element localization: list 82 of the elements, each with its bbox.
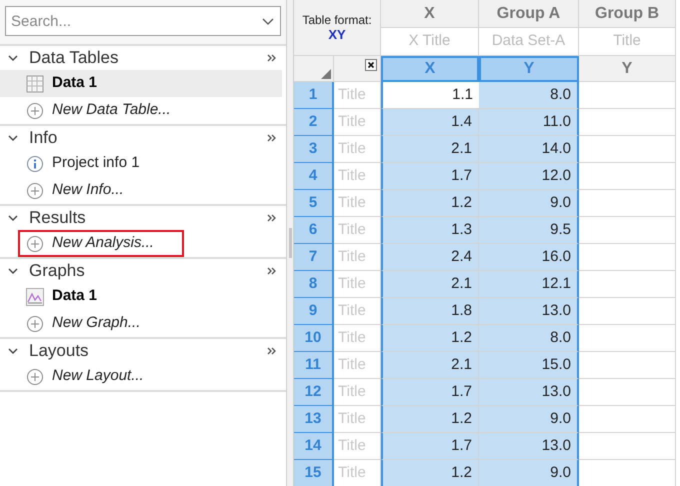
data-cell[interactable]: 15.0 — [479, 352, 579, 379]
section-title[interactable]: Info — [29, 125, 266, 151]
data-cell[interactable] — [579, 271, 676, 298]
data-cell[interactable] — [579, 82, 676, 109]
add-icon — [26, 102, 44, 120]
data-cell[interactable] — [579, 217, 676, 244]
sidebar-item[interactable]: Project info 1 — [26, 150, 146, 177]
data-cell[interactable] — [579, 352, 676, 379]
data-cell[interactable] — [579, 136, 676, 163]
data-cell[interactable]: 1.3 — [381, 217, 479, 244]
data-cell[interactable]: 1.2 — [381, 406, 479, 433]
double-chevron-icon[interactable] — [266, 53, 278, 63]
column-group-header[interactable]: Group A — [479, 0, 579, 28]
data-cell[interactable]: 1.2 — [381, 325, 479, 352]
data-cell[interactable] — [579, 244, 676, 271]
data-cell[interactable] — [579, 190, 676, 217]
sidebar-item[interactable]: New Analysis... — [18, 230, 184, 257]
sidebar-item[interactable]: New Data Table... — [26, 97, 177, 124]
sidebar-item[interactable]: New Info... — [26, 177, 130, 204]
data-cell[interactable]: 9.5 — [479, 217, 579, 244]
data-cell[interactable] — [579, 163, 676, 190]
data-cell[interactable]: 14.0 — [479, 136, 579, 163]
table-icon — [26, 74, 44, 92]
add-icon — [26, 182, 44, 200]
double-chevron-icon[interactable] — [266, 133, 278, 143]
data-cell[interactable]: 8.0 — [479, 325, 579, 352]
data-cell[interactable] — [579, 109, 676, 136]
sidebar-item[interactable]: New Layout... — [26, 363, 150, 390]
table-format-value[interactable]: XY — [328, 27, 346, 42]
sidebar-item[interactable]: Data 1 — [26, 283, 104, 310]
section-title[interactable]: Layouts — [29, 338, 266, 364]
subcolumn-header[interactable]: Y — [579, 56, 676, 82]
data-cell[interactable]: 13.0 — [479, 379, 579, 406]
data-cell[interactable]: 1.7 — [381, 433, 479, 460]
double-chevron-icon[interactable] — [266, 213, 278, 223]
info-icon — [26, 154, 44, 172]
splitter-handle[interactable] — [288, 228, 292, 258]
data-cell[interactable]: 1.2 — [381, 190, 479, 217]
data-cell[interactable]: 2.1 — [381, 271, 479, 298]
dropdown-icon[interactable] — [261, 16, 275, 26]
data-cell[interactable]: 1.1 — [381, 82, 479, 109]
data-cell[interactable]: 1.7 — [381, 379, 479, 406]
data-cell[interactable]: 2.1 — [381, 136, 479, 163]
section-title[interactable]: Data Tables — [29, 45, 266, 71]
data-cell[interactable] — [579, 298, 676, 325]
data-cell[interactable]: 16.0 — [479, 244, 579, 271]
data-cell[interactable]: 1.2 — [381, 460, 479, 486]
data-cell[interactable]: 9.0 — [479, 190, 579, 217]
sidebar-item[interactable]: New Graph... — [26, 310, 146, 337]
table-format-label: Table format: — [302, 13, 372, 27]
data-cell[interactable] — [579, 406, 676, 433]
data-cell[interactable]: 2.1 — [381, 352, 479, 379]
column-group-header[interactable]: X — [381, 0, 479, 28]
section-title[interactable]: Results — [29, 205, 266, 231]
data-cell[interactable] — [579, 433, 676, 460]
data-cell[interactable]: 9.0 — [479, 460, 579, 486]
corner-triangle-icon[interactable] — [321, 69, 331, 79]
add-icon — [26, 234, 44, 252]
data-cell[interactable]: 1.8 — [381, 298, 479, 325]
data-cell[interactable]: 11.0 — [479, 109, 579, 136]
data-cell[interactable]: 9.0 — [479, 406, 579, 433]
add-icon — [26, 314, 44, 332]
sidebar-item[interactable]: Data 1 — [0, 70, 282, 97]
data-cell[interactable]: 12.0 — [479, 163, 579, 190]
search-field[interactable]: Search... — [5, 6, 281, 36]
data-cell[interactable]: 13.0 — [479, 433, 579, 460]
double-chevron-icon[interactable] — [266, 266, 278, 276]
column-group-header[interactable]: Group B — [579, 0, 676, 28]
data-cell[interactable]: 1.4 — [381, 109, 479, 136]
data-cell[interactable]: 13.0 — [479, 298, 579, 325]
line-graph-icon — [26, 288, 44, 306]
double-chevron-icon[interactable] — [266, 346, 278, 356]
data-cell[interactable] — [579, 325, 676, 352]
add-icon — [26, 368, 44, 386]
data-cell[interactable]: 8.0 — [479, 82, 579, 109]
data-cell[interactable]: 2.4 — [381, 244, 479, 271]
section-title[interactable]: Graphs — [29, 258, 266, 284]
close-icon[interactable] — [365, 59, 377, 71]
table-format-cell[interactable]: Table format: XY — [294, 0, 381, 56]
data-cell[interactable]: 12.1 — [479, 271, 579, 298]
data-cell[interactable] — [579, 379, 676, 406]
data-cell[interactable]: 1.7 — [381, 163, 479, 190]
